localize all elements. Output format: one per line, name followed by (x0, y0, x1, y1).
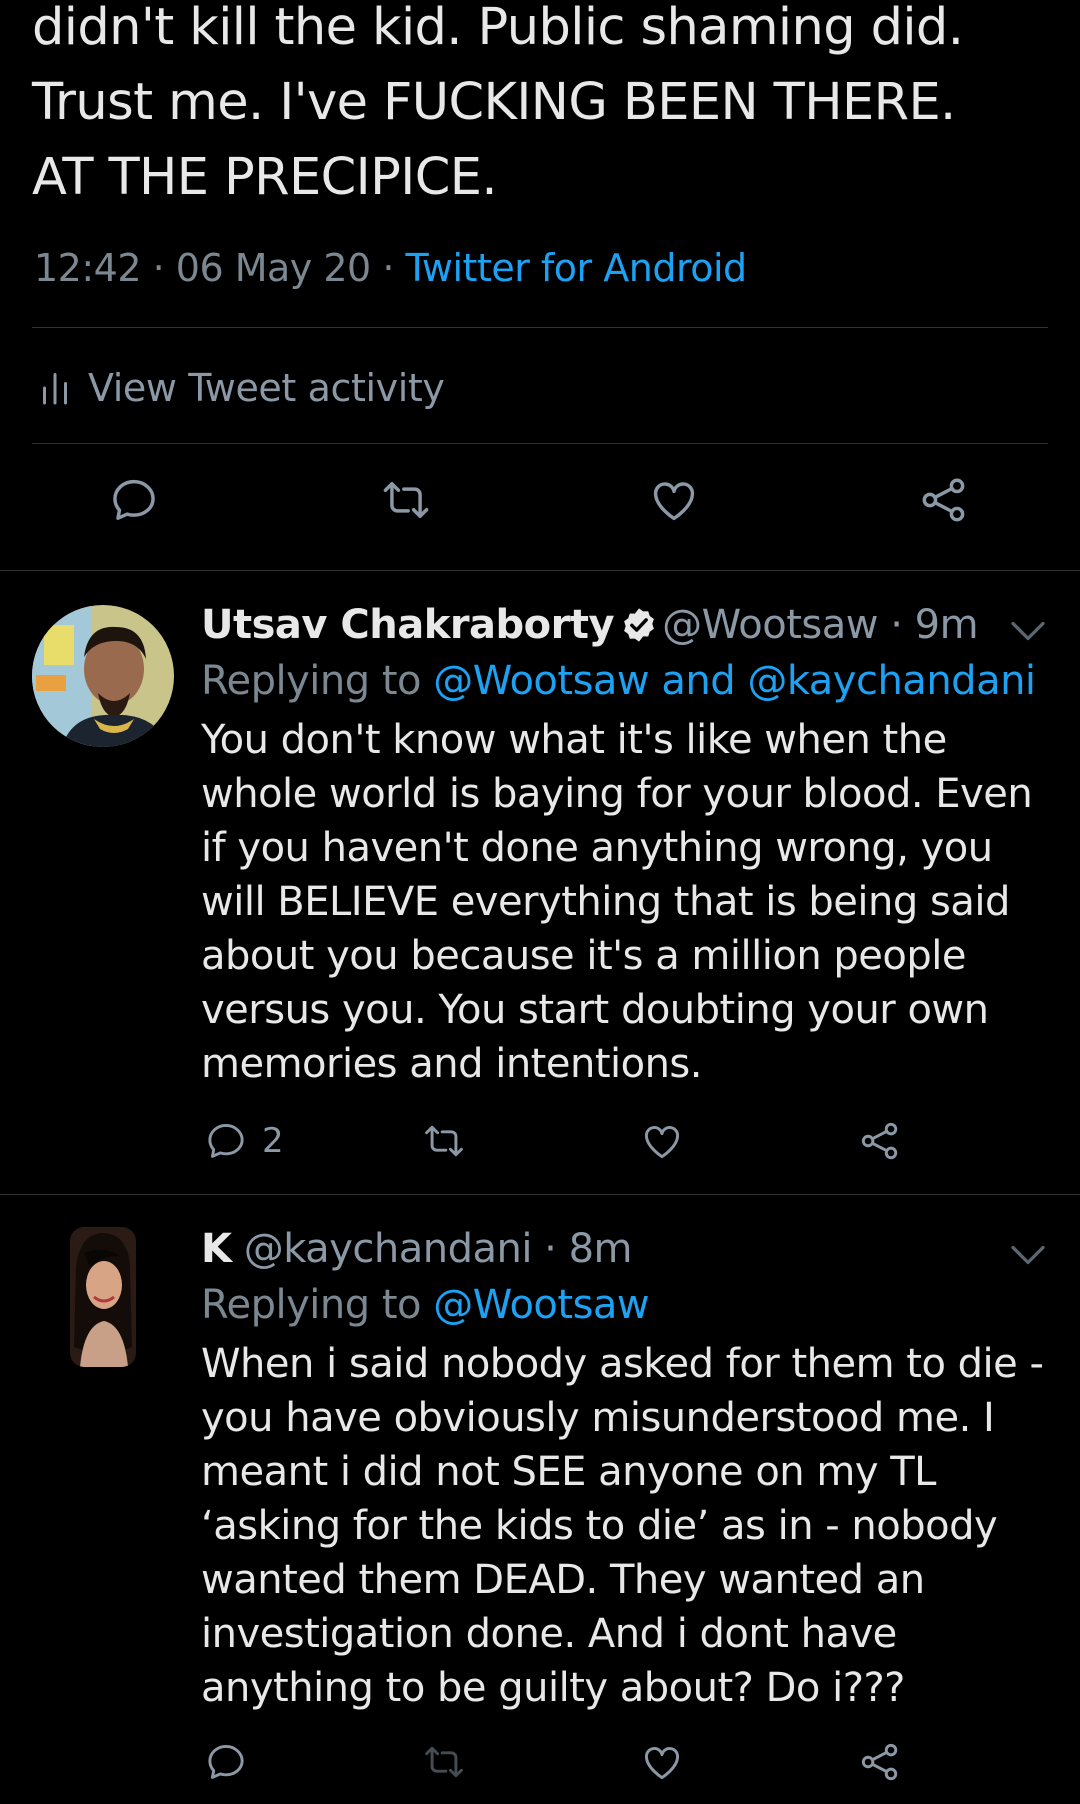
reply-text: You don't know what it's like when the w… (201, 717, 1033, 1087)
divider (32, 443, 1048, 444)
main-tweet: didn't kill the kid. Public shaming did.… (0, 0, 1080, 570)
view-tweet-activity-label: View Tweet activity (88, 366, 445, 410)
replying-to-mentions[interactable]: @Wootsaw and @kaychandani (433, 658, 1036, 704)
display-name[interactable]: K (201, 1226, 232, 1272)
share-button[interactable] (858, 1737, 902, 1787)
reply-icon (108, 474, 160, 526)
retweet-button[interactable] (422, 1737, 466, 1787)
chevron-down-icon[interactable] (1010, 619, 1046, 643)
handle[interactable]: @kaychandani (244, 1226, 533, 1272)
view-tweet-activity-button[interactable]: View Tweet activity (40, 360, 445, 416)
chevron-down-icon[interactable] (1010, 1243, 1046, 1267)
share-icon (858, 1119, 902, 1163)
avatar[interactable] (70, 1227, 136, 1367)
time-ago: 8m (568, 1226, 633, 1272)
retweet-icon (422, 1119, 466, 1163)
reply-tweet[interactable]: Utsav Chakraborty @Wootsaw · 9m Replying … (0, 571, 1080, 1193)
activity-bars-icon (43, 373, 67, 405)
divider (32, 327, 1048, 328)
like-icon (640, 1740, 684, 1784)
reply-icon (204, 1119, 248, 1163)
reply-button[interactable]: 2 (204, 1116, 284, 1166)
display-name[interactable]: Utsav Chakraborty (201, 602, 615, 648)
retweet-button[interactable] (422, 1116, 466, 1166)
retweet-icon (380, 474, 432, 526)
like-button[interactable] (640, 1737, 684, 1787)
reply-header: Utsav Chakraborty @Wootsaw · 9m (201, 602, 979, 648)
main-tweet-text-line: Trust me. I've FUCKING BEEN THERE. (32, 73, 956, 132)
verified-badge-icon (624, 608, 654, 642)
avatar-image (70, 1227, 136, 1367)
retweet-button[interactable] (376, 470, 436, 530)
like-icon (648, 474, 700, 526)
reply-button[interactable] (104, 470, 164, 530)
reply-tweet[interactable]: K @kaychandani · 8m Replying to @Wootsaw… (0, 1195, 1080, 1804)
share-button[interactable] (914, 470, 974, 530)
share-icon (858, 1740, 902, 1784)
replying-to: Replying to @Wootsaw (201, 1279, 650, 1331)
tweet-date: 06 May 20 (175, 246, 371, 290)
replying-to-prefix: Replying to (201, 1282, 422, 1328)
main-tweet-actions (0, 470, 1080, 540)
like-icon (640, 1119, 684, 1163)
reply-text: When i said nobody asked for them to die… (201, 1341, 1044, 1711)
like-button[interactable] (644, 470, 704, 530)
share-button[interactable] (858, 1116, 902, 1166)
avatar-image (32, 605, 174, 747)
reply-icon (204, 1740, 248, 1784)
tweet-time: 12:42 (34, 246, 142, 290)
main-tweet-text-line: AT THE PRECIPICE. (32, 148, 498, 207)
retweet-icon (422, 1740, 466, 1784)
replying-to-prefix: Replying to (201, 658, 422, 704)
time-ago: 9m (914, 602, 979, 648)
replying-to-mentions[interactable]: @Wootsaw (433, 1282, 649, 1328)
tweet-source-link[interactable]: Twitter for Android (405, 246, 747, 290)
share-icon (918, 474, 970, 526)
reply-count: 2 (262, 1121, 284, 1161)
main-tweet-text-line: didn't kill the kid. Public shaming did. (32, 0, 964, 57)
replying-to: Replying to @Wootsaw and @kaychandani (201, 655, 1036, 707)
reply-header: K @kaychandani · 8m (201, 1226, 633, 1272)
like-button[interactable] (640, 1116, 684, 1166)
avatar[interactable] (32, 605, 174, 747)
tweet-meta: 12:42 · 06 May 20 · Twitter for Android (34, 246, 747, 290)
main-tweet-text: didn't kill the kid. Public shaming did.… (32, 0, 1052, 215)
reply-button[interactable] (204, 1737, 248, 1787)
handle[interactable]: @Wootsaw (662, 602, 878, 648)
